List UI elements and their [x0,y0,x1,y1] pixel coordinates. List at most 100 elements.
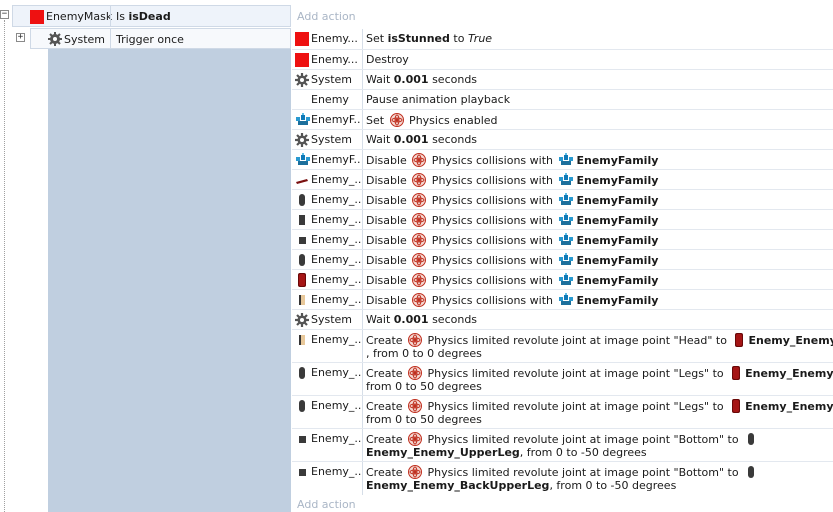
sprite-icon [295,253,309,267]
text-fragment: seconds [428,313,478,326]
action-row[interactable]: System Wait 0.001 seconds [292,69,833,90]
family-icon [558,273,574,287]
add-action-link-top[interactable]: Add action [297,10,356,23]
text-fragment: seconds [428,133,478,146]
action-text: Create Physics limited revolute joint at… [366,465,827,492]
action-object[interactable]: Enemy_... [292,230,363,250]
action-object[interactable]: Enemy_... [292,396,363,429]
event-condition[interactable]: EnemyMask Is isDead [12,5,291,27]
action-object[interactable]: Enemy_... [292,250,363,270]
text-fragment: Physics collisions with [428,234,557,247]
subevent-condition[interactable]: System Trigger once [30,28,291,49]
action-object[interactable]: Enemy_... [292,170,363,190]
family-icon [558,193,574,207]
action-row[interactable]: Enemy_... Disable Physics collisions with… [292,169,833,190]
condition-object: EnemyMask [46,10,113,23]
action-row[interactable]: Enemy_... Create Physics limited revolute… [292,362,833,396]
text-fragment: Physics collisions with [428,254,557,267]
text-fragment: Create [366,466,407,479]
text-fragment: Disable [366,154,411,167]
action-object[interactable]: Enemy_... [292,330,363,363]
action-object[interactable]: EnemyF... [292,150,363,170]
text-fragment: Physics limited revolute joint at image … [424,367,728,380]
action-object[interactable]: System [292,310,363,330]
text-fragment: Create [366,367,407,380]
action-row[interactable]: Enemy_... Disable Physics collisions with… [292,269,833,290]
sprite-icon [295,432,309,446]
action-row[interactable]: Enemy_... Disable Physics collisions with… [292,289,833,310]
action-row[interactable]: Enemy_... Disable Physics collisions with… [292,229,833,250]
action-object[interactable]: Enemy... [292,50,363,70]
action-object-name: Enemy_... [311,273,361,286]
divider [110,29,111,48]
action-object[interactable]: Enemy_... [292,210,363,230]
action-row[interactable]: Enemy Pause animation playback [292,89,833,110]
action-row[interactable]: Enemy_... Disable Physics collisions with… [292,209,833,230]
action-text: Pause animation playback [366,93,827,106]
action-row[interactable]: Enemy... Set isStunned to True [292,29,833,49]
action-object[interactable]: Enemy [292,90,363,110]
action-object-name: Enemy_... [311,253,361,266]
collapse-toggle[interactable]: − [0,10,9,19]
physics-behavior-icon [412,233,427,247]
action-row[interactable]: EnemyF... Disable Physics collisions with… [292,149,833,170]
tree-line [4,20,5,512]
action-row[interactable]: EnemyF... Set Physics enabled [292,109,833,130]
action-row[interactable]: Enemy... Destroy [292,49,833,70]
divider [110,6,111,26]
text-fragment: Disable [366,214,411,227]
text-fragment: Create [366,400,407,413]
text-fragment: Wait [366,73,394,86]
action-object[interactable]: System [292,130,363,150]
text-fragment: seconds [428,73,478,86]
action-object[interactable]: Enemy_... [292,270,363,290]
text-fragment: Create [366,334,407,347]
action-object[interactable]: Enemy_... [292,462,363,495]
action-row[interactable]: Enemy_... Disable Physics collisions with… [292,249,833,270]
action-row[interactable]: Enemy_... Create Physics limited revolute… [292,329,833,363]
text-fragment: Destroy [366,53,409,66]
param-value: Enemy_Enemy_UpperLeg [366,446,520,459]
text-fragment: Disable [366,254,411,267]
text-fragment: Physics limited revolute joint at image … [424,400,728,413]
action-object[interactable]: System [292,70,363,90]
action-object-name: Enemy_... [311,233,361,246]
action-text: Create Physics limited revolute joint at… [366,366,833,393]
action-row[interactable]: System Wait 0.001 seconds [292,129,833,150]
text-fragment: Set [366,114,388,127]
action-object[interactable]: Enemy_... [292,363,363,396]
sprite-icon [295,399,309,413]
sprite-icon [295,173,309,187]
action-object-name: Enemy_... [311,213,361,226]
param-value: EnemyFamily [576,154,659,167]
action-text: Disable Physics collisions with EnemyFam… [366,233,827,247]
action-row[interactable]: System Wait 0.001 seconds [292,309,833,330]
param-value: Enemy_Enemy_Body [745,367,833,380]
physics-behavior-icon [412,273,427,287]
action-row[interactable]: Enemy_... Create Physics limited revolute… [292,428,833,462]
action-object[interactable]: Enemy_... [292,429,363,462]
sprite-icon [744,465,758,479]
action-row[interactable]: Enemy_... Create Physics limited revolute… [292,461,833,495]
text-fragment: Disable [366,194,411,207]
action-object[interactable]: Enemy_... [292,290,363,310]
expand-toggle[interactable]: + [16,33,25,42]
action-object-name: Enemy_... [311,333,361,346]
action-row[interactable]: Enemy_... Create Physics limited revolute… [292,395,833,429]
action-object[interactable]: Enemy... [292,29,363,49]
action-object-name: Enemy_... [311,465,361,478]
action-object[interactable]: Enemy_... [292,190,363,210]
action-row[interactable]: Enemy_... Disable Physics collisions with… [292,189,833,210]
sprite-icon [295,273,309,287]
action-object-name: System [311,313,353,326]
action-text: Disable Physics collisions with EnemyFam… [366,253,827,267]
param-value: 0.001 [393,73,429,86]
action-object[interactable]: EnemyF... [292,110,363,130]
add-action-link-bottom[interactable]: Add action [297,498,356,511]
physics-behavior-icon [412,293,427,307]
param-value: 0.001 [393,313,429,326]
text-fragment: Disable [366,274,411,287]
gear-icon [295,313,309,327]
param-value: EnemyFamily [576,274,659,287]
family-icon [558,153,574,167]
